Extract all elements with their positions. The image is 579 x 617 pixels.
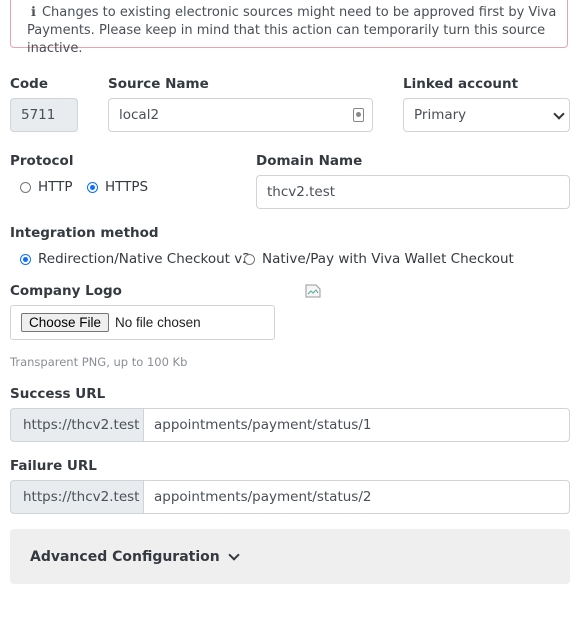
linked-account-label: Linked account: [403, 76, 519, 92]
failure-url-prefix: https://thcv2.test: [10, 480, 144, 514]
integration-redirection-label: Redirection/Native Checkout v2: [38, 251, 251, 267]
broken-image-icon: [305, 284, 321, 298]
protocol-https-radio[interactable]: HTTPS: [87, 179, 148, 195]
integration-native-radio[interactable]: Native/Pay with Viva Wallet Checkout: [244, 251, 514, 267]
radio-on-icon[interactable]: [20, 253, 31, 265]
protocol-http-label: HTTP: [38, 179, 73, 195]
failure-url-label: Failure URL: [10, 458, 97, 474]
info-alert: ℹ Changes to existing electronic sources …: [10, 0, 568, 56]
contact-card-icon[interactable]: [353, 108, 364, 122]
company-logo-file-input[interactable]: Choose File No file chosen: [10, 305, 275, 340]
code-field: 5711: [10, 98, 78, 132]
logo-hint: Transparent PNG, up to 100 Kb: [10, 355, 188, 369]
linked-account-select[interactable]: Primary: [403, 98, 570, 132]
chevron-down-icon: [228, 548, 240, 561]
info-icon: ℹ: [31, 5, 36, 20]
integration-redirection-radio[interactable]: Redirection/Native Checkout v2: [20, 251, 251, 267]
advanced-configuration-label: Advanced Configuration: [30, 548, 220, 565]
linked-account-value: Primary: [414, 107, 467, 123]
protocol-https-label: HTTPS: [105, 179, 149, 195]
chevron-down-icon: [553, 108, 565, 120]
protocol-http-radio[interactable]: HTTP: [20, 179, 73, 195]
radio-off-icon[interactable]: [20, 181, 31, 193]
choose-file-button[interactable]: Choose File: [21, 313, 110, 332]
advanced-configuration-toggle[interactable]: Advanced Configuration: [10, 529, 570, 584]
success-url-label: Success URL: [10, 386, 106, 402]
code-label: Code: [10, 76, 49, 92]
radio-on-icon[interactable]: [87, 181, 98, 193]
failure-url-input[interactable]: appointments/payment/status/2: [144, 480, 570, 514]
source-name-value: local2: [119, 107, 160, 123]
radio-off-icon[interactable]: [244, 253, 255, 265]
source-name-label: Source Name: [108, 76, 209, 92]
integration-method-label: Integration method: [10, 225, 159, 241]
integration-native-label: Native/Pay with Viva Wallet Checkout: [262, 251, 514, 267]
source-name-input[interactable]: local2: [108, 98, 373, 132]
success-url-input[interactable]: appointments/payment/status/1: [144, 408, 570, 442]
file-status: No file chosen: [115, 315, 201, 330]
protocol-label: Protocol: [10, 153, 74, 169]
domain-name-label: Domain Name: [256, 153, 363, 169]
alert-text: Changes to existing electronic sources m…: [27, 5, 557, 56]
domain-name-input[interactable]: thcv2.test: [256, 175, 570, 209]
success-url-prefix: https://thcv2.test: [10, 408, 144, 442]
company-logo-label: Company Logo: [10, 283, 122, 299]
